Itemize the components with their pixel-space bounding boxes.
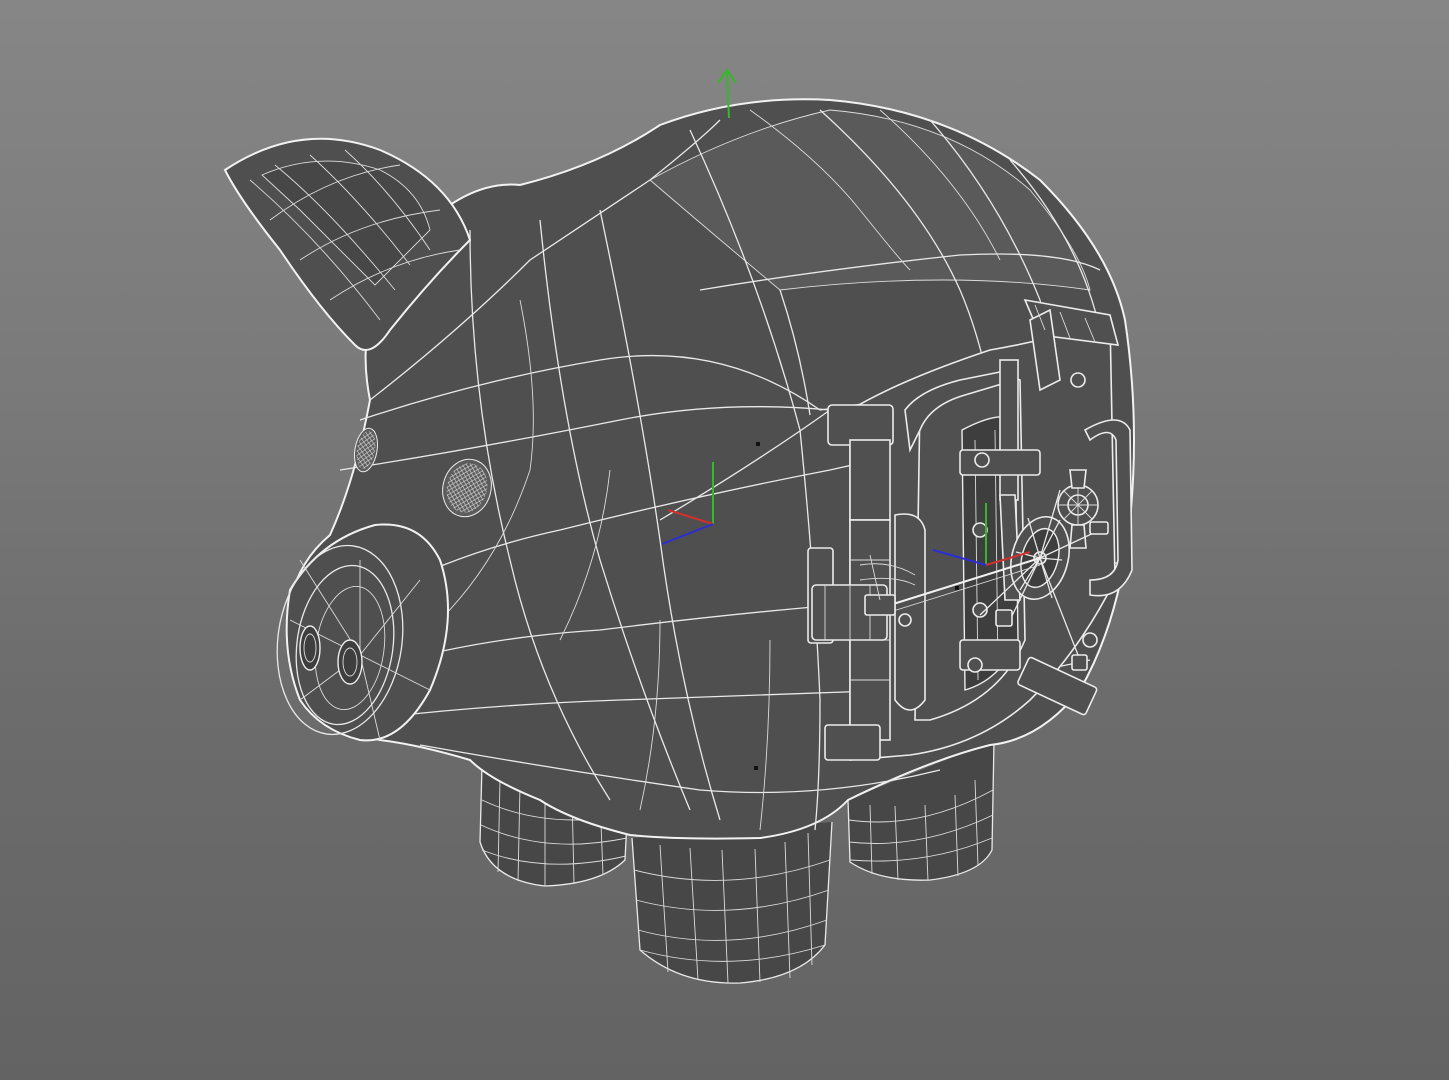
nostril-right — [299, 625, 321, 671]
vertex-marker — [754, 766, 758, 770]
leg-front-left[interactable] — [631, 821, 833, 984]
piggy-bank-model[interactable] — [0, 0, 1449, 1080]
vertex-marker — [955, 586, 959, 590]
nostril-left — [337, 639, 363, 685]
vertex-marker — [756, 442, 760, 446]
3d-viewport[interactable] — [0, 0, 1449, 1080]
